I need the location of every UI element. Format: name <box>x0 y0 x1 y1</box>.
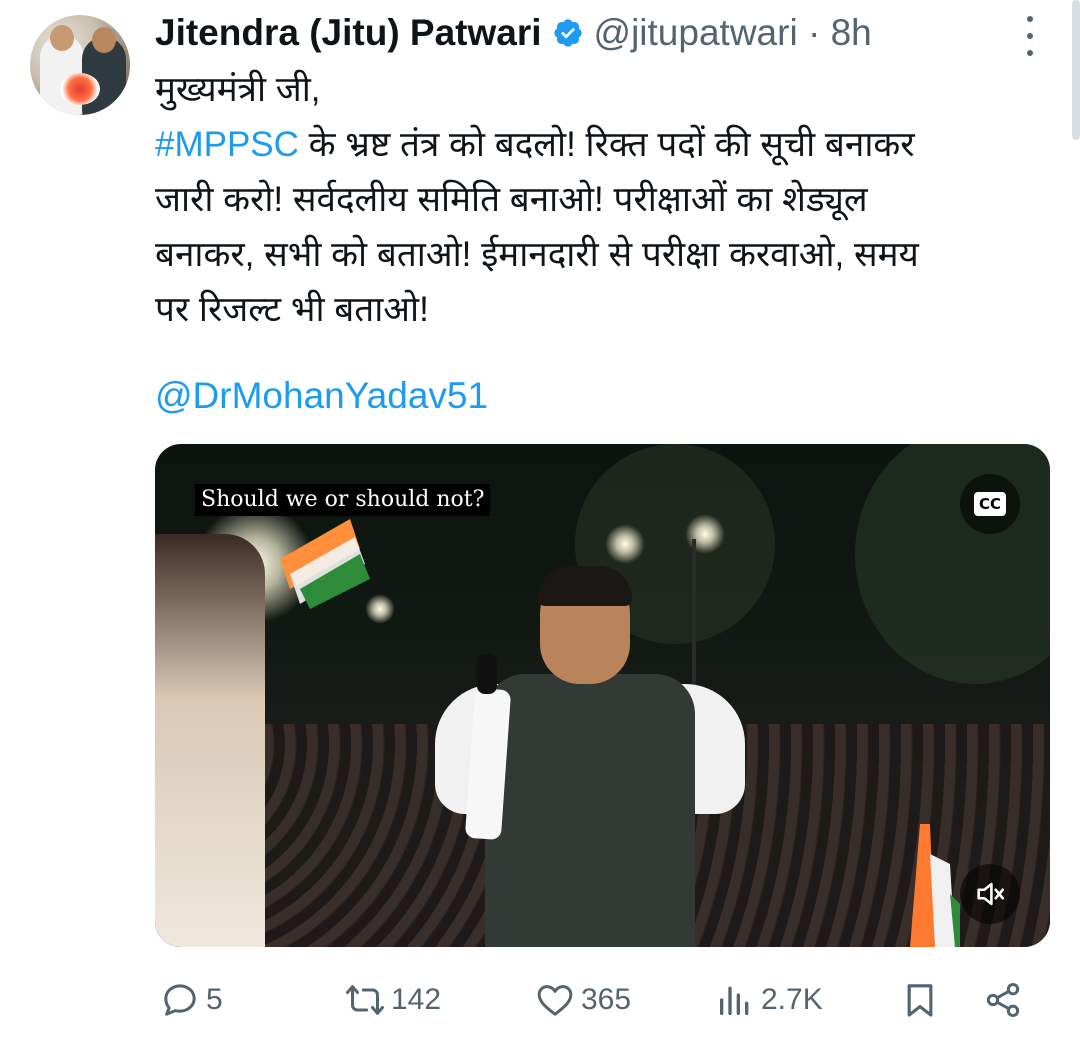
closed-captions-button[interactable]: CC <box>960 474 1020 534</box>
retweet-count: 142 <box>391 983 442 1016</box>
views-count: 2.7K <box>761 983 823 1016</box>
reply-count: 5 <box>206 983 223 1016</box>
tweet-text-line: मुख्यमंत्री जी, <box>155 70 321 109</box>
reply-icon <box>164 984 196 1016</box>
tweet-text-line: जारी करो! सर्वदलीय समिति बनाओ! परीक्षाओं… <box>155 180 868 219</box>
views-button[interactable]: 2.7K <box>715 970 823 1030</box>
video-caption: Should we or should not? <box>195 484 491 516</box>
tweet-text: मुख्यमंत्री जी, #MPPSC के भ्रष्ट तंत्र क… <box>155 62 1035 337</box>
flag-icon <box>280 519 370 609</box>
share-icon <box>986 983 1020 1017</box>
like-button[interactable]: 365 <box>535 970 631 1030</box>
more-options-icon[interactable] <box>1018 16 1042 56</box>
author-handle[interactable]: @jitupatwari · 8h <box>594 12 872 54</box>
author-name[interactable]: Jitendra (Jitu) Patwari <box>155 12 542 54</box>
timestamp: 8h <box>830 12 872 53</box>
mute-button[interactable] <box>960 864 1020 924</box>
retweet-button[interactable]: 142 <box>345 970 441 1030</box>
like-count: 365 <box>581 983 632 1016</box>
cc-icon: CC <box>973 492 1007 516</box>
tweet-header: Jitendra (Jitu) Patwari @jitupatwari · 8… <box>155 10 872 56</box>
bookmark-icon <box>907 984 933 1017</box>
tweet-text-line: बनाकर, सभी को बताओ! ईमानदारी से परीक्षा … <box>155 235 919 274</box>
tweet-text-line: के भ्रष्ट तंत्र को बदलो! रिक्त पदों की स… <box>308 125 915 164</box>
scrollbar[interactable] <box>1072 0 1080 140</box>
reply-button[interactable]: 5 <box>160 970 223 1030</box>
verified-badge-icon <box>553 19 582 47</box>
like-icon <box>537 985 573 1016</box>
avatar[interactable] <box>30 15 130 115</box>
volume-muted-icon <box>977 882 1005 906</box>
tweet-text-line: पर रिजल्ट भी बताओ! <box>155 290 429 329</box>
flag-icon <box>910 824 960 947</box>
video-player[interactable]: Should we or should not? CC <box>155 444 1050 947</box>
retweet-icon <box>346 985 384 1015</box>
hashtag-link[interactable]: #MPPSC <box>155 125 299 164</box>
views-icon <box>720 986 749 1015</box>
mention-link[interactable]: @DrMohanYadav51 <box>155 375 488 417</box>
share-button[interactable] <box>983 970 1023 1030</box>
bookmark-button[interactable] <box>900 970 940 1030</box>
action-bar: 5 142 365 2.7K <box>155 970 1035 1030</box>
